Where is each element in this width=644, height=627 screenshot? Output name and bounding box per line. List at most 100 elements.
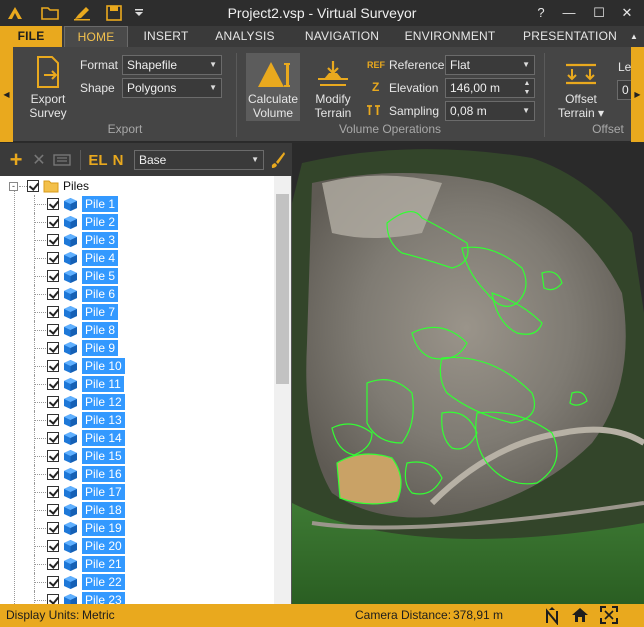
close-button[interactable]: ✕ xyxy=(614,3,640,23)
ribbon-tabs: FILE HOME INSERT ANALYSIS NAVIGATION ENV… xyxy=(0,26,644,47)
pile-checkbox[interactable] xyxy=(47,522,59,534)
ribbon-collapse-icon[interactable]: ▲ xyxy=(624,26,644,47)
offset-terrain-button[interactable]: Offset Terrain ▾ xyxy=(553,53,609,121)
ribbon: ◀ Export Survey Format Shapefile ▼ Shape … xyxy=(0,47,644,142)
calculate-volume-label: Calculate Volume xyxy=(247,92,299,120)
pile-row[interactable]: Pile 4 xyxy=(0,249,274,267)
elevation-button[interactable]: EL xyxy=(88,150,108,170)
pile-row[interactable]: Pile 21 xyxy=(0,555,274,573)
pile-row[interactable]: Pile 6 xyxy=(0,285,274,303)
reference-select[interactable]: Flat ▼ xyxy=(445,55,535,75)
pile-checkbox[interactable] xyxy=(47,540,59,552)
format-select[interactable]: Shapefile ▼ xyxy=(122,55,222,75)
pile-checkbox[interactable] xyxy=(47,252,59,264)
north-button[interactable]: N xyxy=(111,150,125,170)
tree-collapse-icon[interactable]: - xyxy=(9,182,18,191)
pile-row[interactable]: Pile 12 xyxy=(0,393,274,411)
tree-connector-line xyxy=(34,600,46,601)
pile-label: Pile 19 xyxy=(82,520,125,536)
add-icon[interactable]: + xyxy=(6,147,26,172)
pile-checkbox[interactable] xyxy=(47,396,59,408)
tab-home[interactable]: HOME xyxy=(64,26,128,47)
pile-checkbox[interactable] xyxy=(47,360,59,372)
elevation-input[interactable]: 146,00 m ▲ ▼ xyxy=(445,78,535,98)
fullscreen-icon[interactable] xyxy=(600,606,618,627)
pile-checkbox[interactable] xyxy=(47,594,59,604)
tab-file[interactable]: FILE xyxy=(0,26,62,47)
tab-navigation[interactable]: NAVIGATION xyxy=(296,26,388,47)
pile-checkbox[interactable] xyxy=(47,414,59,426)
paint-brush-icon[interactable] xyxy=(268,150,288,170)
maximize-button[interactable]: ☐ xyxy=(586,3,612,23)
pile-row[interactable]: Pile 11 xyxy=(0,375,274,393)
pile-checkbox[interactable] xyxy=(47,378,59,390)
ribbon-scroll-left-icon[interactable]: ◀ xyxy=(0,47,13,142)
layer-select[interactable]: Base ▼ xyxy=(134,150,264,170)
pile-checkbox[interactable] xyxy=(47,198,59,210)
pile-row[interactable]: Pile 2 xyxy=(0,213,274,231)
tree-scrollbar[interactable] xyxy=(274,176,291,604)
north-icon[interactable] xyxy=(544,607,560,627)
ribbon-scroll-right-icon[interactable]: ▶ xyxy=(631,47,644,142)
delete-icon[interactable]: ✕ xyxy=(30,150,48,170)
pile-row[interactable]: Pile 10 xyxy=(0,357,274,375)
pile-row[interactable]: Pile 3 xyxy=(0,231,274,249)
pile-row[interactable]: Pile 9 xyxy=(0,339,274,357)
calculate-volume-button[interactable]: Calculate Volume xyxy=(246,53,300,121)
offset-field-label: Le xyxy=(618,60,632,74)
layer-select-value: Base xyxy=(139,153,167,167)
pile-checkbox[interactable] xyxy=(47,288,59,300)
pile-checkbox[interactable] xyxy=(47,234,59,246)
shape-select[interactable]: Polygons ▼ xyxy=(122,78,222,98)
tree-root-row[interactable]: - Piles xyxy=(0,177,274,195)
pile-row[interactable]: Pile 16 xyxy=(0,465,274,483)
terrain-viewport[interactable] xyxy=(292,143,644,604)
shape-label: Shape xyxy=(80,81,115,95)
tree-scrollbar-thumb[interactable] xyxy=(276,194,289,384)
pile-checkbox[interactable] xyxy=(47,486,59,498)
terrain-map[interactable] xyxy=(292,143,644,604)
format-label: Format xyxy=(80,58,119,72)
pile-row[interactable]: Pile 15 xyxy=(0,447,274,465)
pile-row[interactable]: Pile 14 xyxy=(0,429,274,447)
pile-checkbox[interactable] xyxy=(47,324,59,336)
pile-checkbox[interactable] xyxy=(47,306,59,318)
pile-label: Pile 18 xyxy=(82,502,125,518)
tab-presentation[interactable]: PRESENTATION xyxy=(518,26,622,47)
pile-row[interactable]: Pile 18 xyxy=(0,501,274,519)
pile-label: Pile 3 xyxy=(82,232,119,248)
pile-row[interactable]: Pile 8 xyxy=(0,321,274,339)
pile-checkbox[interactable] xyxy=(47,450,59,462)
minimize-button[interactable]: — xyxy=(556,3,582,23)
pile-checkbox[interactable] xyxy=(47,504,59,516)
pile-checkbox[interactable] xyxy=(47,468,59,480)
pile-checkbox[interactable] xyxy=(47,342,59,354)
spin-arrows-icon[interactable]: ▲ ▼ xyxy=(522,79,532,97)
pile-checkbox[interactable] xyxy=(47,216,59,228)
pile-row[interactable]: Pile 13 xyxy=(0,411,274,429)
pile-row[interactable]: Pile 19 xyxy=(0,519,274,537)
pile-row[interactable]: Pile 23 xyxy=(0,591,274,604)
pile-checkbox[interactable] xyxy=(47,432,59,444)
status-bar: Display Units: Metric Camera Distance: 3… xyxy=(0,604,644,627)
pile-row[interactable]: Pile 1 xyxy=(0,195,274,213)
sampling-input[interactable]: 0,08 m ▼ xyxy=(445,101,535,121)
properties-icon[interactable] xyxy=(52,150,72,170)
tab-insert[interactable]: INSERT xyxy=(134,26,198,47)
pile-checkbox[interactable] xyxy=(47,558,59,570)
pile-row[interactable]: Pile 22 xyxy=(0,573,274,591)
pile-row[interactable]: Pile 20 xyxy=(0,537,274,555)
pile-checkbox[interactable] xyxy=(47,576,59,588)
pile-row[interactable]: Pile 5 xyxy=(0,267,274,285)
home-icon[interactable] xyxy=(571,606,589,627)
modify-terrain-button[interactable]: Modify Terrain xyxy=(306,53,360,121)
piles-checkbox[interactable] xyxy=(27,180,39,192)
pile-label: Pile 13 xyxy=(82,412,125,428)
help-button[interactable]: ? xyxy=(528,3,554,23)
pile-checkbox[interactable] xyxy=(47,270,59,282)
pile-row[interactable]: Pile 17 xyxy=(0,483,274,501)
pile-row[interactable]: Pile 7 xyxy=(0,303,274,321)
tab-analysis[interactable]: ANALYSIS xyxy=(206,26,284,47)
tab-environment[interactable]: ENVIRONMENT xyxy=(398,26,502,47)
export-survey-button[interactable]: Export Survey xyxy=(24,53,72,121)
